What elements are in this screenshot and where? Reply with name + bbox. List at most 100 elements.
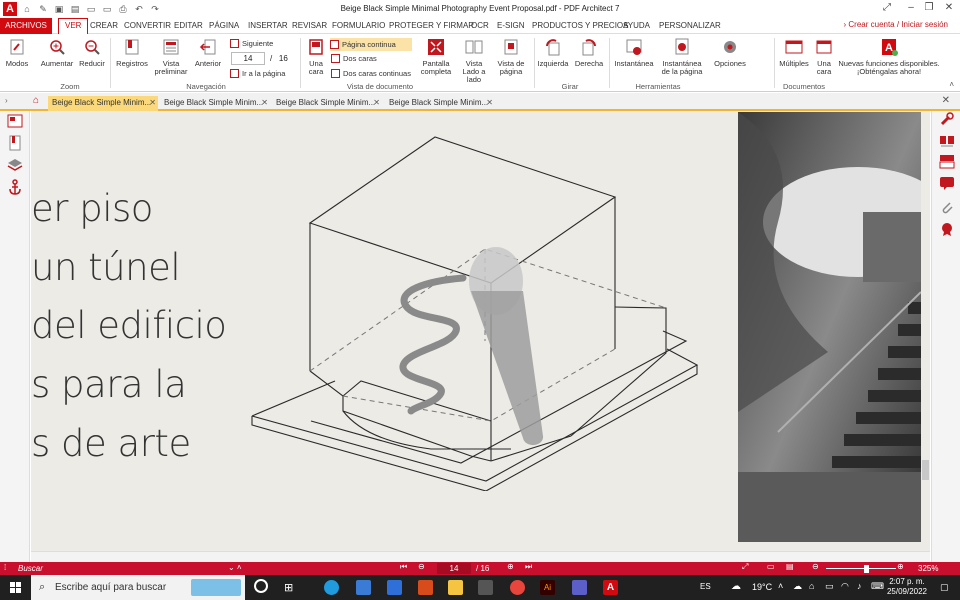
actual-size-icon[interactable]: ▭ [767,562,775,571]
menu-archivos[interactable]: ARCHIVOS [0,18,52,34]
close-tab-icon[interactable]: ✕ [373,96,380,110]
girar-izquierda-button[interactable]: Izquierda [537,38,569,68]
nuevas-funciones-button[interactable]: A Nuevas funciones disponibles. ¡Obténga… [838,38,940,76]
fit-page-icon[interactable]: ⤢ [742,562,748,572]
anterior-button[interactable]: Anterior [193,38,223,68]
menu-revisar[interactable]: REVISAR [292,21,327,30]
cloud-icon[interactable]: ☁ [793,581,802,592]
vista-de-pagina-button[interactable]: Vista de página [492,38,530,76]
pages-panel-icon[interactable] [7,113,23,129]
wifi-icon[interactable]: ◠ [841,581,849,592]
chrome-icon[interactable] [510,580,525,595]
multiples-button[interactable]: Múltiples [778,38,810,68]
collapse-ribbon-icon[interactable]: ˄ [949,80,954,89]
restore-layout-icon[interactable]: ⤢ [880,2,894,13]
menu-esign[interactable]: E-SIGN [497,21,525,30]
close-all-tabs-icon[interactable]: ✕ [942,95,950,106]
dos-caras-button[interactable]: Dos caras [331,54,377,63]
dos-caras-continuas-button[interactable]: Dos caras continuas [331,69,411,78]
pagina-continua-button[interactable]: Página continua [330,38,412,51]
modos-button[interactable]: Modos [4,38,30,68]
menu-formulario[interactable]: FORMULARIO [332,21,385,30]
file-explorer-icon[interactable] [448,580,463,595]
app-icon[interactable] [478,580,493,595]
document-tab[interactable]: Beige Black Simple Minim... ✕ [385,96,495,111]
comment-icon[interactable] [939,175,955,191]
layers-panel-icon[interactable] [7,157,23,173]
zoom-in-status-icon[interactable]: ⊕ [897,562,904,571]
anchor-icon[interactable] [7,179,23,195]
notifications-icon[interactable]: ▢ [940,582,949,593]
opciones-button[interactable]: Opciones [712,38,748,68]
search-dropdown-icon[interactable]: ⌄ ˄ [228,563,242,572]
language-indicator[interactable]: ES [700,582,711,591]
instantanea-button[interactable]: Instantánea [612,38,656,68]
ir-a-pagina-button[interactable]: Ir a la página [230,69,285,78]
zoom-slider-thumb[interactable] [864,565,869,573]
cortana-icon[interactable] [254,579,268,593]
una-cara-button[interactable]: Una cara [305,38,327,76]
menu-personalizar[interactable]: PERSONALIZAR [659,21,721,30]
illustrator-icon[interactable]: Ai [540,580,555,595]
registros-button[interactable]: Registros [115,38,149,68]
store-icon[interactable] [356,580,371,595]
document-tab[interactable]: Beige Black Simple Minim... ✕ [160,96,270,111]
una-cara-documento-button[interactable]: Una cara [813,38,835,76]
page-number-input[interactable]: 14 [231,52,265,65]
first-page-icon[interactable]: ⏮ [400,562,407,572]
zoom-level[interactable]: 325% [918,564,938,573]
maximize-button[interactable]: ❐ [922,2,936,13]
sign-icon[interactable] [939,153,955,169]
menu-insertar[interactable]: INSERTAR [248,21,288,30]
last-page-icon[interactable]: ⏭ [525,562,532,572]
menu-editar[interactable]: EDITAR [174,21,203,30]
close-tab-icon[interactable]: ✕ [486,96,493,110]
battery-icon[interactable]: ▭ [825,581,834,592]
document-view[interactable]: er piso un túnel del edificio s para la … [31,111,930,551]
close-tab-icon[interactable]: ✕ [261,96,268,110]
status-page-input[interactable]: 14 [437,563,471,574]
aumentar-button[interactable]: Aumentar [40,38,74,68]
vista-lado-a-lado-button[interactable]: Vista Lado a lado [460,38,488,84]
close-tab-icon[interactable]: ✕ [149,96,156,110]
siguiente-button[interactable]: Siguiente [230,39,273,48]
clock[interactable]: 2:07 p. m. 25/09/2022 [884,577,930,597]
volume-icon[interactable]: ♪ [857,581,862,591]
zoom-out-status-icon[interactable]: ⊖ [812,562,819,571]
wrench-icon[interactable] [939,111,955,127]
minimize-button[interactable]: – [904,2,918,13]
pantalla-completa-button[interactable]: Pantalla completa [418,38,454,76]
tray-chevron-icon[interactable]: ˄ [778,581,783,591]
vertical-scrollbar-thumb[interactable] [922,460,929,480]
next-page-status-icon[interactable]: ⊕ [507,562,514,571]
vista-preliminar-button[interactable]: Vista preliminar [153,38,189,76]
menu-ocr[interactable]: OCR [471,21,489,30]
menu-convertir[interactable]: CONVERTIR [124,21,171,30]
menu-ayuda[interactable]: AYUDA [623,21,650,30]
tab-scroll-left-icon[interactable]: › [5,96,8,105]
previous-page-status-icon[interactable]: ⊖ [418,562,425,571]
certify-icon[interactable] [939,221,955,237]
girar-derecha-button[interactable]: Derecha [573,38,605,68]
weather-icon[interactable]: ☁ [731,581,741,592]
search-field[interactable]: Buscar [18,564,43,573]
bookmarks-panel-icon[interactable] [7,135,23,151]
close-button[interactable]: ✕ [942,2,956,13]
attachment-icon[interactable] [939,199,955,215]
menu-ver[interactable]: VER [58,18,89,34]
menu-productos-precios[interactable]: PRODUCTOS Y PRECIOS [532,21,628,30]
instantanea-pagina-button[interactable]: Instantánea de la página [659,38,705,76]
zoom-slider-track[interactable] [826,568,896,569]
organize-pages-icon[interactable] [939,133,955,149]
menu-crear[interactable]: CREAR [90,21,118,30]
pdf-architect-taskbar-icon[interactable]: A [603,580,618,595]
taskbar-search-input[interactable]: ⌕ Escribe aquí para buscar [31,575,245,600]
temperature[interactable]: 19°C [752,582,772,592]
keyboard-icon[interactable]: ⌨ [871,581,884,592]
account-link[interactable]: › Crear cuenta / Iniciar sesión [844,20,949,29]
app-icon[interactable] [387,580,402,595]
windows-start-icon[interactable] [10,582,21,593]
fit-width-icon[interactable]: ▤ [786,562,794,571]
document-tab[interactable]: Beige Black Simple Minim... ✕ [272,96,382,111]
office-icon[interactable] [418,580,433,595]
